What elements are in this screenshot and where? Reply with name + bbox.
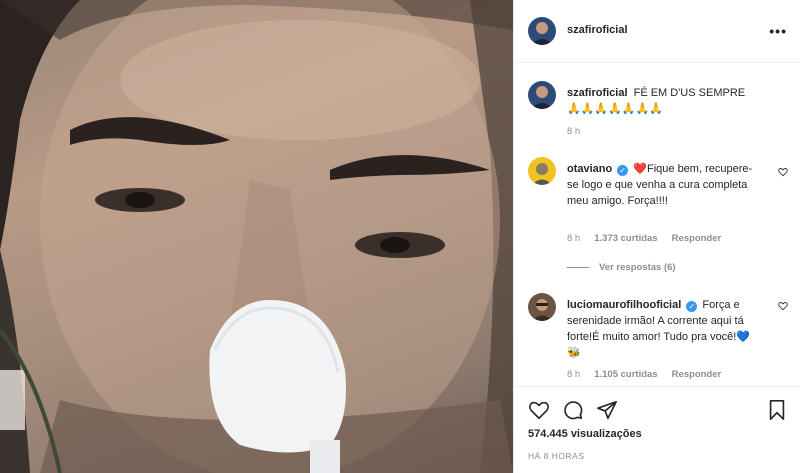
caption-username[interactable]: szafiroficial bbox=[567, 87, 628, 99]
paper-plane-icon[interactable] bbox=[596, 399, 618, 421]
view-replies-label[interactable]: Ver respostas (6) bbox=[599, 262, 676, 273]
comment-avatar[interactable] bbox=[528, 157, 556, 185]
post-header: szafiroficial ••• bbox=[514, 0, 800, 63]
comment-likes[interactable]: 1.373 curtidas bbox=[594, 233, 657, 244]
comment-icon[interactable] bbox=[562, 399, 584, 421]
bookmark-icon[interactable] bbox=[766, 399, 788, 421]
reply-button[interactable]: Responder bbox=[672, 233, 722, 244]
replies-divider bbox=[567, 267, 589, 268]
comment-time: 8 h bbox=[567, 233, 581, 244]
comment-like-heart-icon[interactable] bbox=[778, 301, 788, 311]
comment-item: otaviano ✓ ❤️Fique bem, recupere-se logo … bbox=[528, 157, 788, 247]
reply-button[interactable]: Responder bbox=[672, 369, 722, 380]
verified-badge-icon: ✓ bbox=[617, 165, 629, 176]
comment-likes[interactable]: 1.105 curtidas bbox=[594, 369, 657, 380]
view-replies-button[interactable]: Ver respostas (6) bbox=[567, 262, 676, 273]
instagram-post-view: szafiroficial ••• szafiroficial FÉ EM D'… bbox=[0, 0, 800, 473]
comment-avatar[interactable] bbox=[528, 293, 556, 321]
post-video[interactable] bbox=[0, 0, 513, 473]
comment-like-heart-icon[interactable] bbox=[778, 167, 788, 177]
caption-time: 8 h bbox=[567, 126, 581, 137]
author-avatar[interactable] bbox=[528, 17, 556, 45]
comment-meta: 8 h 1.373 curtidas Responder bbox=[567, 233, 721, 244]
author-username[interactable]: szafiroficial bbox=[567, 24, 628, 36]
view-count[interactable]: 574.445 visualizações bbox=[528, 428, 642, 440]
caption-avatar[interactable] bbox=[528, 81, 556, 109]
comment-text: luciomaurofilhooficial ✓ Força e serenida… bbox=[567, 297, 763, 361]
comment-time: 8 h bbox=[567, 369, 581, 380]
caption-item: szafiroficial FÉ EM D'US SEMPRE 🙏🙏🙏🙏🙏🙏🙏 … bbox=[528, 81, 788, 141]
caption-text: szafiroficial FÉ EM D'US SEMPRE 🙏🙏🙏🙏🙏🙏🙏 bbox=[567, 85, 763, 117]
comment-username[interactable]: otaviano bbox=[567, 163, 612, 175]
verified-badge-icon: ✓ bbox=[686, 301, 698, 312]
comment-username[interactable]: luciomaurofilhooficial bbox=[567, 299, 681, 311]
comment-meta: 8 h 1.105 curtidas Responder bbox=[567, 369, 721, 380]
comment-text: otaviano ✓ ❤️Fique bem, recupere-se logo … bbox=[567, 161, 763, 209]
caption-meta: 8 h bbox=[567, 126, 580, 137]
caption-message: FÉ EM D'US SEMPRE bbox=[633, 87, 746, 99]
heart-icon[interactable] bbox=[528, 399, 550, 421]
post-side-panel: szafiroficial ••• szafiroficial FÉ EM D'… bbox=[513, 0, 800, 473]
video-frame-illustration bbox=[0, 0, 513, 473]
comments-list: szafiroficial FÉ EM D'US SEMPRE 🙏🙏🙏🙏🙏🙏🙏 … bbox=[514, 63, 800, 385]
more-options-icon[interactable]: ••• bbox=[769, 23, 787, 39]
post-timestamp: HÁ 8 HORAS bbox=[528, 451, 585, 461]
comment-item: luciomaurofilhooficial ✓ Força e serenida… bbox=[528, 293, 788, 383]
caption-emojis: 🙏🙏🙏🙏🙏🙏🙏 bbox=[567, 103, 663, 115]
post-actions: 574.445 visualizações HÁ 8 HORAS bbox=[514, 386, 800, 473]
